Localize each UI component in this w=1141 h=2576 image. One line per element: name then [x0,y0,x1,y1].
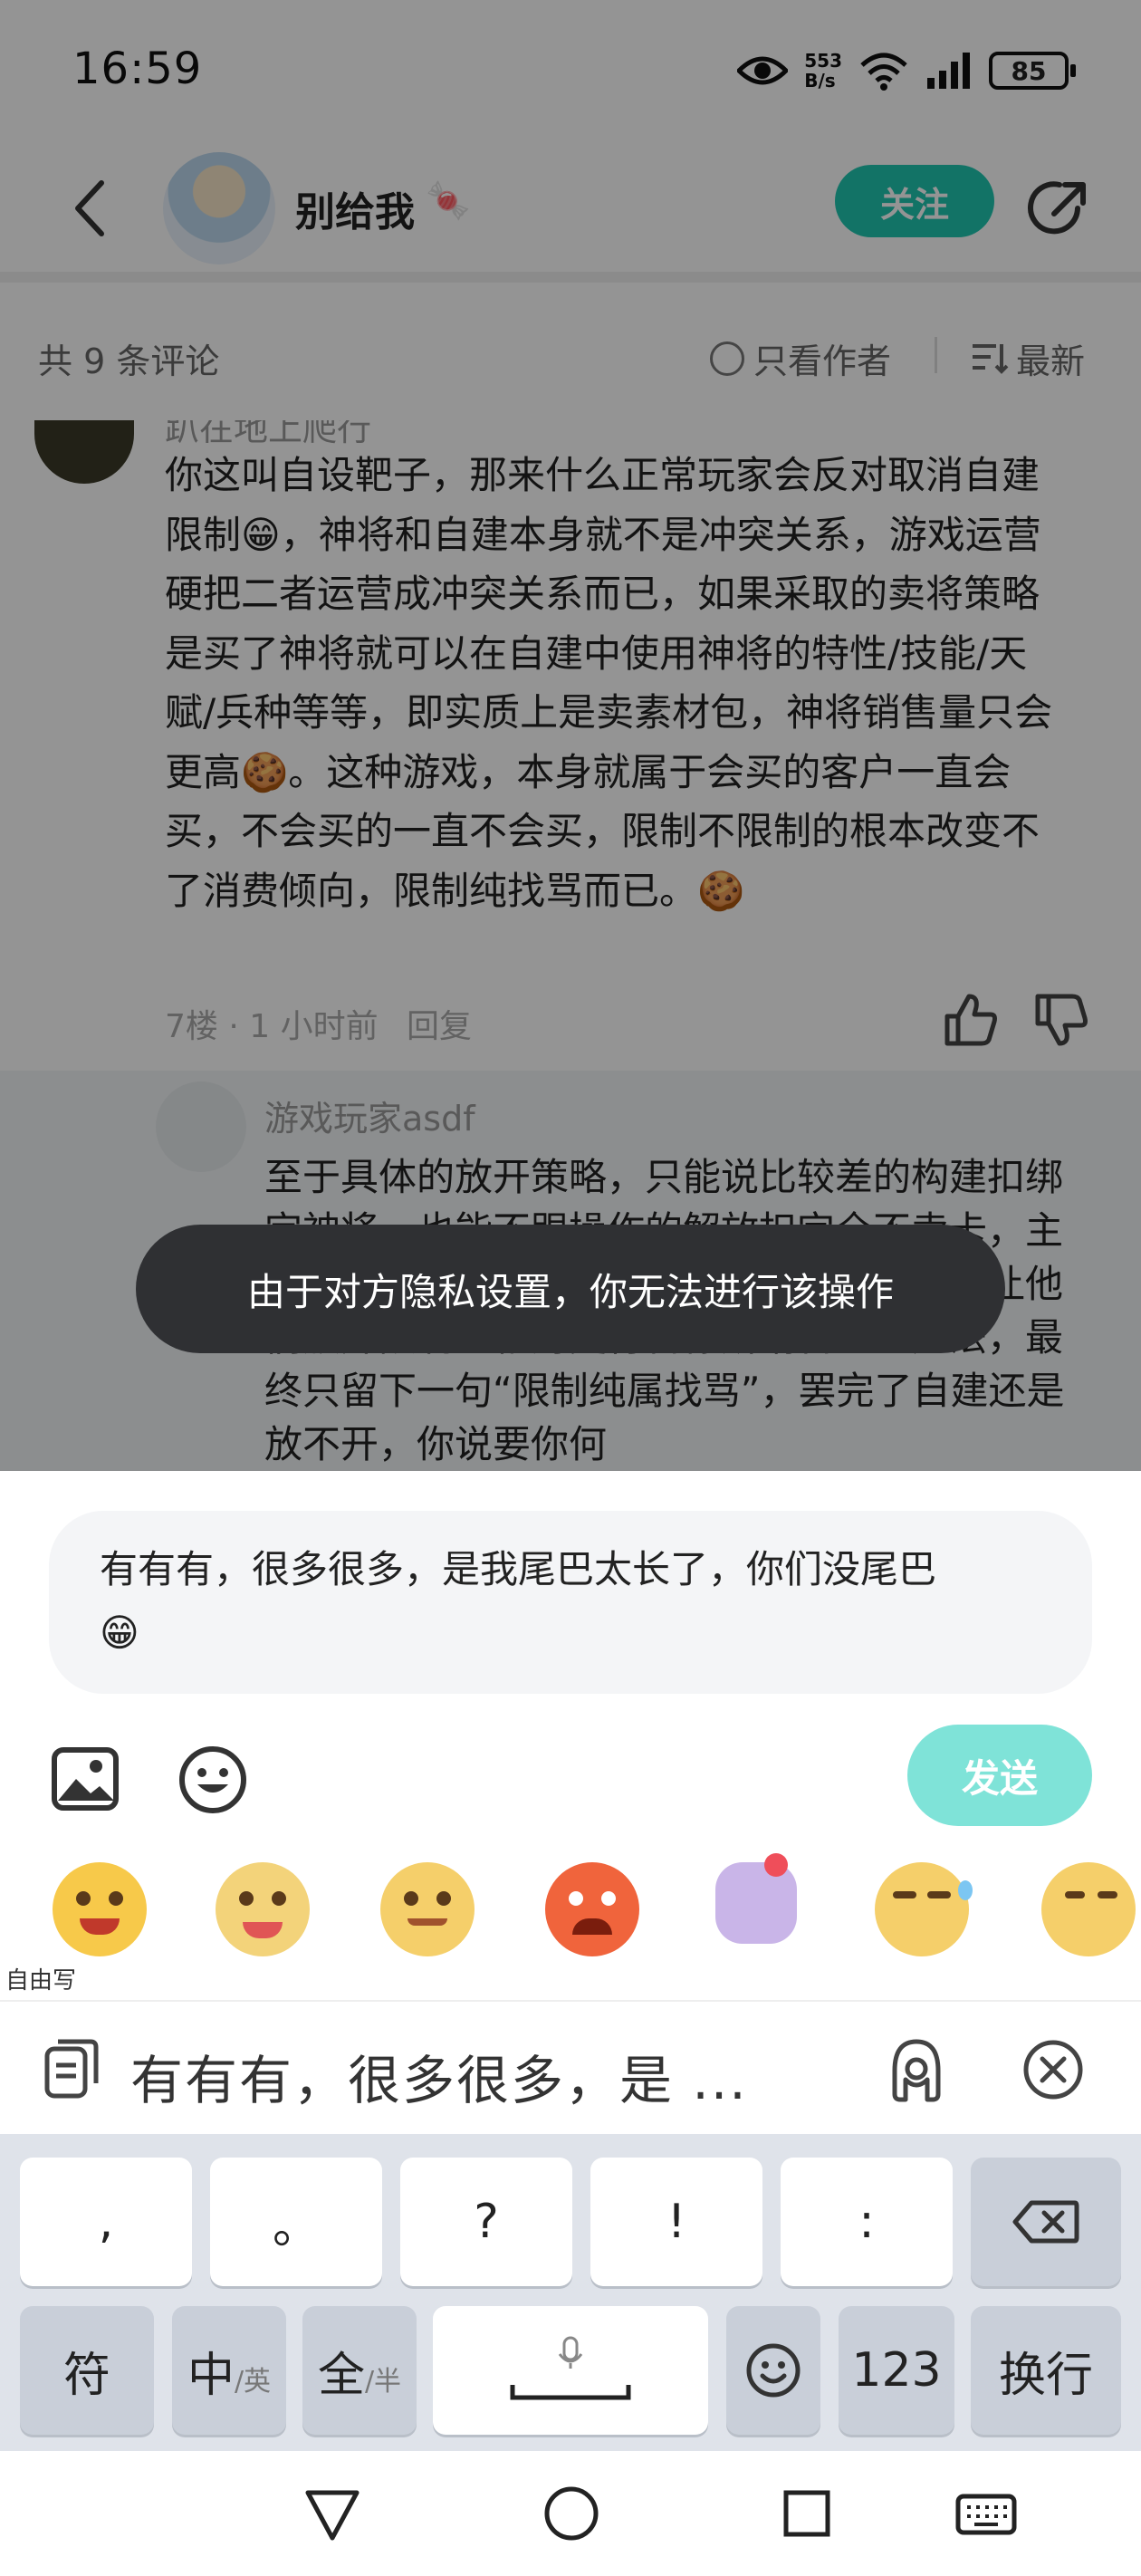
numbers-key[interactable]: 123 [839,2306,954,2435]
recents-square-icon[interactable] [777,2484,837,2543]
width-switch-key[interactable]: 全/半 [302,2306,417,2435]
sticker-eating[interactable] [216,1862,310,1956]
smiley-icon [179,1746,246,1813]
sticker-row [0,1853,1141,1971]
ime-suggestion[interactable]: 有有有，很多很多，是 ... [130,2038,748,2114]
backspace-key[interactable] [971,2158,1121,2286]
key-question[interactable]: ? [400,2158,572,2286]
sticker-sad[interactable] [1041,1862,1136,1956]
image-button[interactable] [51,1745,120,1813]
free-write-label[interactable]: 自由写 [0,1962,82,1995]
space-key[interactable] [433,2306,708,2435]
key-period[interactable]: 。 [210,2158,382,2286]
keyboard-hide-icon[interactable] [954,2484,1018,2543]
clipboard-icon[interactable] [40,2036,103,2100]
home-circle-icon[interactable] [542,2484,601,2543]
width-alt-label: /半 [364,2366,402,2398]
language-switch-key[interactable]: 中/英 [172,2306,286,2435]
key-exclamation[interactable]: ! [590,2158,762,2286]
back-triangle-icon[interactable] [302,2484,362,2543]
sticker-sweat[interactable] [875,1862,973,1956]
sticker-finger-heart[interactable] [715,1853,797,1944]
width-main-label: 全 [317,2348,365,2403]
key-colon[interactable]: : [781,2158,953,2286]
send-button[interactable]: 发送 [907,1725,1092,1826]
sticker-smirk[interactable] [380,1862,475,1956]
image-icon [52,1747,119,1811]
emoji-key[interactable] [726,2306,820,2435]
reply-composer: 有有有，很多很多，是我尾巴太长了，你们没尾巴 😁 发送 自由写 [0,1471,1141,2000]
reply-input-emoji: 😁 [100,1610,139,1655]
sticker-grin[interactable] [53,1862,147,1956]
symbols-key[interactable]: 符 [20,2306,154,2435]
enter-key[interactable]: 换行 [971,2306,1121,2435]
close-icon[interactable] [1021,2038,1085,2101]
smiley-icon [746,2343,801,2398]
language-alt-label: /英 [234,2366,272,2398]
toast-message: 由于对方隐私设置，你无法进行该操作 [136,1225,1005,1353]
voice-assistant-icon[interactable] [880,2034,953,2107]
microphone-icon [510,2336,631,2400]
emoji-button[interactable] [177,1745,248,1815]
navigation-bar [0,2451,1141,2576]
ime-candidate-bar: 有有有，很多很多，是 ... [0,2000,1141,2134]
reply-input-text: 有有有，很多很多，是我尾巴太长了，你们没尾巴 [100,1547,937,1591]
reply-input[interactable]: 有有有，很多很多，是我尾巴太长了，你们没尾巴 😁 [49,1511,1092,1694]
keyboard: , 。 ? ! : 符 中/英 全/半 123 换行 [0,2134,1141,2451]
backspace-icon [1012,2200,1079,2244]
language-main-label: 中 [187,2348,235,2403]
sticker-angry[interactable] [545,1862,639,1956]
key-comma[interactable]: , [20,2158,192,2286]
